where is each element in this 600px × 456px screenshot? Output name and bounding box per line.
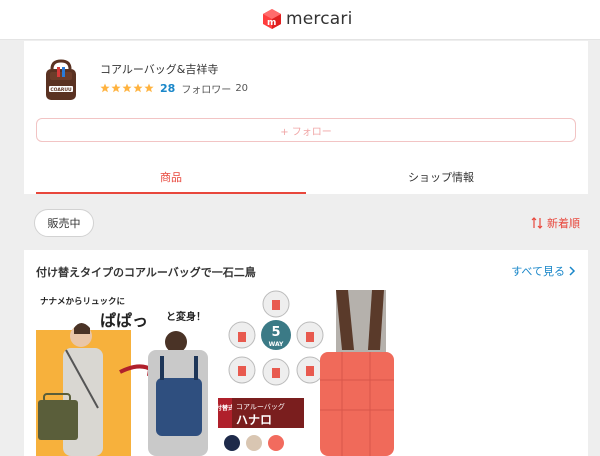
feature-banner-image[interactable]: ナナメからリュックに ぱぱっ と変身！ 5 WAY 付替式 コアルーバッグ ハナ… <box>36 290 394 456</box>
sort-label: 新着順 <box>547 217 580 230</box>
see-all-link[interactable]: すべて見る <box>511 263 576 279</box>
rating-row[interactable]: 28 フォロワー 20 <box>100 81 249 96</box>
star-icon <box>122 83 132 93</box>
rating-stars <box>100 83 154 93</box>
banner-illustration: ナナメからリュックに ぱぱっ と変身！ 5 WAY 付替式 コアルーバッグ ハナ… <box>36 290 394 456</box>
sort-arrows-icon <box>531 217 543 229</box>
header-bar: m mercari <box>0 0 600 40</box>
star-icon <box>133 83 143 93</box>
follower-label: フォロワー <box>181 84 232 96</box>
banner-text-after: と変身！ <box>166 310 206 323</box>
avatar-text: COARUU <box>50 87 72 93</box>
follow-button[interactable]: + フォロー <box>36 118 576 142</box>
see-all-label: すべて見る <box>511 265 565 278</box>
sort-button[interactable]: 新着順 <box>531 215 580 231</box>
tag-small: 付替式 <box>216 404 234 412</box>
product-small: コアルーバッグ <box>236 402 285 411</box>
status-filter-chip[interactable]: 販売中 <box>34 209 94 237</box>
logo-text: mercari <box>286 9 353 29</box>
star-icon <box>100 83 110 93</box>
avatar[interactable]: COARUU <box>40 59 82 103</box>
shop-tabs: 商品 ショップ情報 <box>36 159 588 194</box>
svg-text:m: m <box>267 18 276 28</box>
backpack-logo-icon: COARUU <box>46 59 76 100</box>
way-label: WAY <box>269 341 284 348</box>
banner-text-big: ぱぱっ <box>100 311 148 330</box>
rating-count[interactable]: 28 <box>160 82 175 95</box>
banner-text-top: ナナメからリュックに <box>40 296 125 307</box>
feature-collection-card: 付け替えタイプのコアルーバッグで一石二鳥 すべて見る ナナメからリュックに ぱぱ… <box>24 250 588 456</box>
product-big: ハナロ <box>236 413 272 427</box>
feature-title: 付け替えタイプのコアルーバッグで一石二鳥 <box>36 266 256 279</box>
mercari-logo[interactable]: m mercari <box>262 8 353 30</box>
shop-profile-card: COARUU コアルーバッグ&吉祥寺 28 フォロワー 20 + フォロー 商品… <box>24 41 588 194</box>
tab-shop-info[interactable]: ショップ情報 <box>306 159 576 194</box>
star-icon <box>111 83 121 93</box>
filter-row: 販売中 新着順 <box>0 194 600 250</box>
chevron-right-icon <box>569 266 576 276</box>
follower-count: 20 <box>235 82 249 94</box>
star-icon <box>144 83 154 93</box>
mercari-box-icon: m <box>263 9 281 29</box>
way-number: 5 <box>271 325 280 340</box>
shop-name[interactable]: コアルーバッグ&吉祥寺 <box>100 61 218 77</box>
tab-products[interactable]: 商品 <box>36 159 306 194</box>
